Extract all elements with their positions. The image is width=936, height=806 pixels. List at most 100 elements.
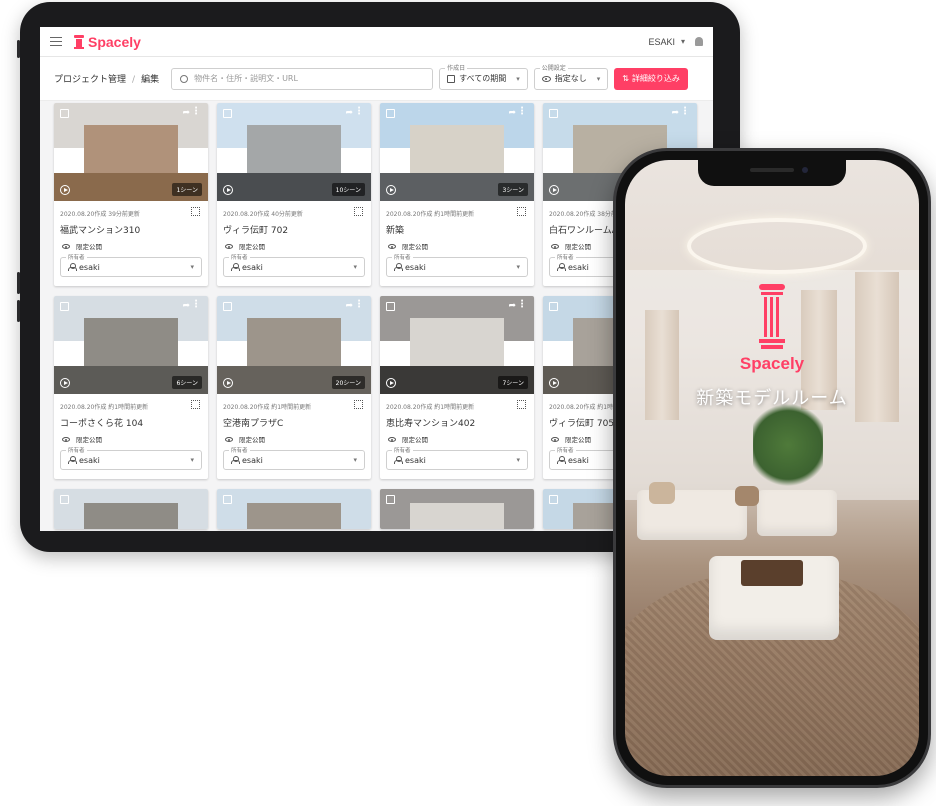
share-icon[interactable]: ➦ (345, 108, 353, 118)
project-card[interactable]: ➦ ⋮ 3シーン 2020.08.20作成 約1時間前更新 新築 限定公開 所有者 esaki… (380, 103, 534, 286)
card-title[interactable]: ヴィラ伝町 702 (223, 223, 288, 236)
play-icon[interactable] (60, 378, 70, 388)
more-vert-icon[interactable]: ⋮ (191, 299, 201, 310)
bell-icon[interactable] (695, 37, 703, 46)
checkbox-icon[interactable] (223, 302, 232, 311)
visibility-status: 限定公開 (551, 241, 591, 251)
share-icon[interactable]: ➦ (182, 301, 190, 311)
more-vert-icon[interactable]: ⋮ (517, 299, 527, 310)
project-card[interactable]: ➦ ⋮ 10シーン 2020.08.20作成 40分前更新 ヴィラ伝町 702 限定公開所… (217, 103, 371, 286)
brand-name: Spacely (88, 33, 141, 50)
panorama-thumbnail[interactable]: ➦ ⋮ 1シーン (54, 103, 208, 201)
play-icon[interactable] (386, 185, 396, 195)
search-input[interactable]: 物件名・住所・説明文・URL (171, 67, 434, 90)
more-vert-icon[interactable]: ⋮ (354, 106, 364, 117)
scene-count-badge: 10シーン (331, 183, 365, 196)
share-icon[interactable]: ➦ (508, 301, 516, 311)
qr-code-icon[interactable] (354, 400, 363, 409)
eye-icon (541, 75, 551, 82)
qr-code-icon[interactable] (517, 207, 526, 216)
owner-name: esaki (242, 455, 263, 465)
panorama-thumbnail[interactable]: ➦ ⋮ 6シーン (54, 296, 208, 394)
user-icon (68, 456, 77, 464)
card-title[interactable]: 新築 (386, 223, 404, 236)
checkbox-icon[interactable] (386, 495, 395, 504)
panorama-thumbnail[interactable] (380, 489, 534, 529)
project-card-partial[interactable] (380, 489, 534, 529)
more-vert-icon[interactable]: ⋮ (517, 106, 527, 117)
card-title[interactable]: 恵比寿マンション402 (386, 416, 475, 429)
card-timestamp: 2020.08.20作成 約1時間前更新 (386, 404, 475, 411)
owner-select[interactable]: 所有者esaki ▾ (386, 446, 528, 470)
checkbox-icon[interactable] (386, 302, 395, 311)
card-title[interactable]: コーポさくら花 104 (60, 416, 143, 429)
play-icon[interactable] (386, 378, 396, 388)
visibility-select[interactable]: 公開設定 指定なし ▾ (533, 62, 609, 90)
card-title[interactable]: 福武マンション310 (60, 223, 140, 236)
checkbox-icon[interactable] (223, 109, 232, 118)
qr-code-icon[interactable] (191, 207, 200, 216)
play-icon[interactable] (549, 378, 559, 388)
checkbox-icon[interactable] (60, 495, 69, 504)
panorama-thumbnail[interactable] (54, 489, 208, 529)
owner-select[interactable]: 所有者esaki ▾ (386, 253, 528, 277)
thumbnail-building (410, 503, 504, 529)
owner-caption: 所有者 (555, 446, 576, 454)
card-title[interactable]: 白石ワンルームA (549, 223, 618, 236)
created-date-select[interactable]: 作成日 すべての期間 ▾ (439, 62, 528, 90)
more-vert-icon[interactable]: ⋮ (680, 106, 690, 117)
checkbox-icon[interactable] (223, 495, 232, 504)
panorama-thumbnail[interactable] (217, 489, 371, 529)
panorama-thumbnail[interactable]: ➦ ⋮ 7シーン (380, 296, 534, 394)
owner-caption: 所有者 (66, 446, 87, 454)
checkbox-icon[interactable] (549, 302, 558, 311)
checkbox-icon[interactable] (549, 495, 558, 504)
tray (741, 560, 803, 586)
card-title[interactable]: ヴィラ伝町 705 (549, 416, 614, 429)
project-card-partial[interactable] (217, 489, 371, 529)
more-vert-icon[interactable]: ⋮ (191, 106, 201, 117)
project-card[interactable]: ➦ ⋮ 7シーン 2020.08.20作成 約1時間前更新 恵比寿マンション402 限定公… (380, 296, 534, 479)
panorama-thumbnail[interactable]: ➦ ⋮ 3シーン (380, 103, 534, 201)
owner-select[interactable]: 所有者esaki ▾ (60, 446, 202, 470)
qr-code-icon[interactable] (354, 207, 363, 216)
card-timestamp: 2020.08.20作成 約1時間前更新 (223, 404, 312, 411)
detail-filter-button[interactable]: ⇅ 詳細絞り込み (614, 67, 688, 90)
owner-select[interactable]: 所有者esaki ▾ (60, 253, 202, 277)
play-icon[interactable] (549, 185, 559, 195)
eye-icon (225, 436, 233, 442)
qr-code-icon[interactable] (517, 400, 526, 409)
card-title[interactable]: 空港南プラザC (223, 416, 283, 429)
checkbox-icon[interactable] (60, 109, 69, 118)
play-icon[interactable] (223, 378, 233, 388)
share-icon[interactable]: ➦ (671, 108, 679, 118)
user-menu[interactable]: ESAKI ▾ (648, 37, 703, 47)
project-card-partial[interactable] (54, 489, 208, 529)
panorama-thumbnail[interactable]: ➦ ⋮ 20シーン (217, 296, 371, 394)
checkbox-icon[interactable] (60, 302, 69, 311)
owner-select[interactable]: 所有者esaki ▾ (223, 446, 365, 470)
project-card[interactable]: ➦ ⋮ 6シーン 2020.08.20作成 約1時間前更新 コーポさくら花 104 限定公… (54, 296, 208, 479)
share-icon[interactable]: ➦ (345, 301, 353, 311)
share-icon[interactable]: ➦ (508, 108, 516, 118)
play-icon[interactable] (60, 185, 70, 195)
qr-code-icon[interactable] (191, 400, 200, 409)
project-card[interactable]: ➦ ⋮ 20シーン 2020.08.20作成 約1時間前更新 空港南プラザC 限定公開 所有… (217, 296, 371, 479)
checkbox-icon[interactable] (386, 109, 395, 118)
breadcrumb-item-projects[interactable]: プロジェクト管理 (54, 75, 126, 85)
more-vert-icon[interactable]: ⋮ (354, 299, 364, 310)
share-icon[interactable]: ➦ (182, 108, 190, 118)
visibility-label: 限定公開 (76, 243, 102, 251)
owner-select[interactable]: 所有者esaki ▾ (223, 253, 365, 277)
panorama-thumbnail[interactable]: ➦ ⋮ 10シーン (217, 103, 371, 201)
brand-logo[interactable]: Spacely (74, 34, 141, 50)
owner-caption: 所有者 (229, 253, 250, 261)
play-icon[interactable] (223, 185, 233, 195)
ceiling-light-ring (687, 218, 867, 274)
checkbox-icon[interactable] (549, 109, 558, 118)
owner-name: esaki (242, 262, 263, 272)
project-card[interactable]: ➦ ⋮ 1シーン 2020.08.20作成 39分前更新 福武マンション310 限定公開所… (54, 103, 208, 286)
phone-notch (698, 160, 846, 186)
menu-icon[interactable] (50, 36, 62, 47)
sofa (757, 490, 837, 536)
